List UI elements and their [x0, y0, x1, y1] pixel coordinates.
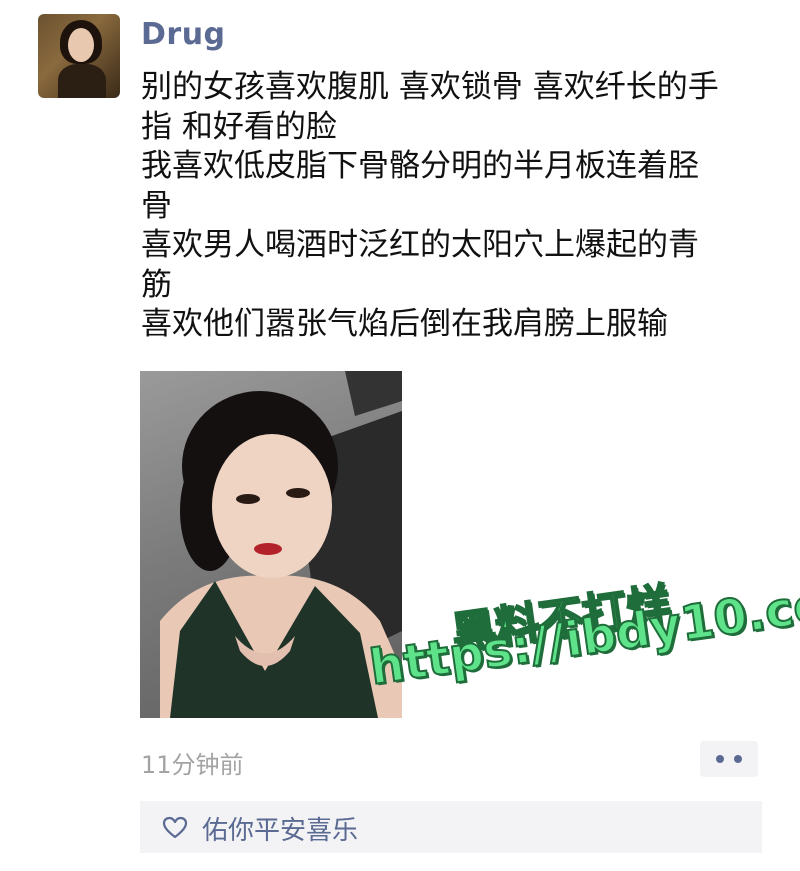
post-text: 别的女孩喜欢腹肌 喜欢锁骨 喜欢纤长的手 指 和好看的脸 我喜欢低皮脂下骨骼分明… [141, 68, 771, 345]
post-photo[interactable] [140, 371, 402, 718]
dot-icon [734, 755, 742, 763]
post-text-line: 我喜欢低皮脂下骨骼分明的半月板连着胫 [141, 148, 699, 184]
post-text-line: 喜欢男人喝酒时泛红的太阳穴上爆起的青 [141, 227, 699, 263]
user-avatar[interactable] [38, 14, 120, 98]
post-timestamp: 11分钟前 [141, 751, 244, 779]
heart-outline-icon [162, 816, 188, 839]
more-options-button[interactable] [700, 741, 758, 777]
lips-shape [254, 543, 282, 555]
post-text-line: 筋 [141, 266, 172, 303]
chair-top-shape [345, 371, 402, 416]
dot-icon [716, 755, 724, 763]
eye-left-shape [236, 494, 260, 504]
post-username[interactable]: Drug [141, 17, 226, 52]
avatar-body [58, 64, 106, 98]
post-text-line: 指 和好看的脸 [141, 108, 337, 145]
eye-right-shape [286, 488, 310, 498]
post-text-line: 喜欢他们嚣张气焰后倒在我肩膀上服输 [141, 306, 668, 342]
liker-name[interactable]: 佑你平安喜乐 [202, 810, 358, 847]
avatar-face [68, 28, 94, 62]
photo-illustration [160, 371, 402, 718]
post-text-line: 别的女孩喜欢腹肌 喜欢锁骨 喜欢纤长的手 [141, 69, 719, 105]
face-shape [212, 434, 332, 578]
likes-panel: 佑你平安喜乐 [140, 801, 762, 853]
post-text-line: 骨 [141, 187, 172, 224]
